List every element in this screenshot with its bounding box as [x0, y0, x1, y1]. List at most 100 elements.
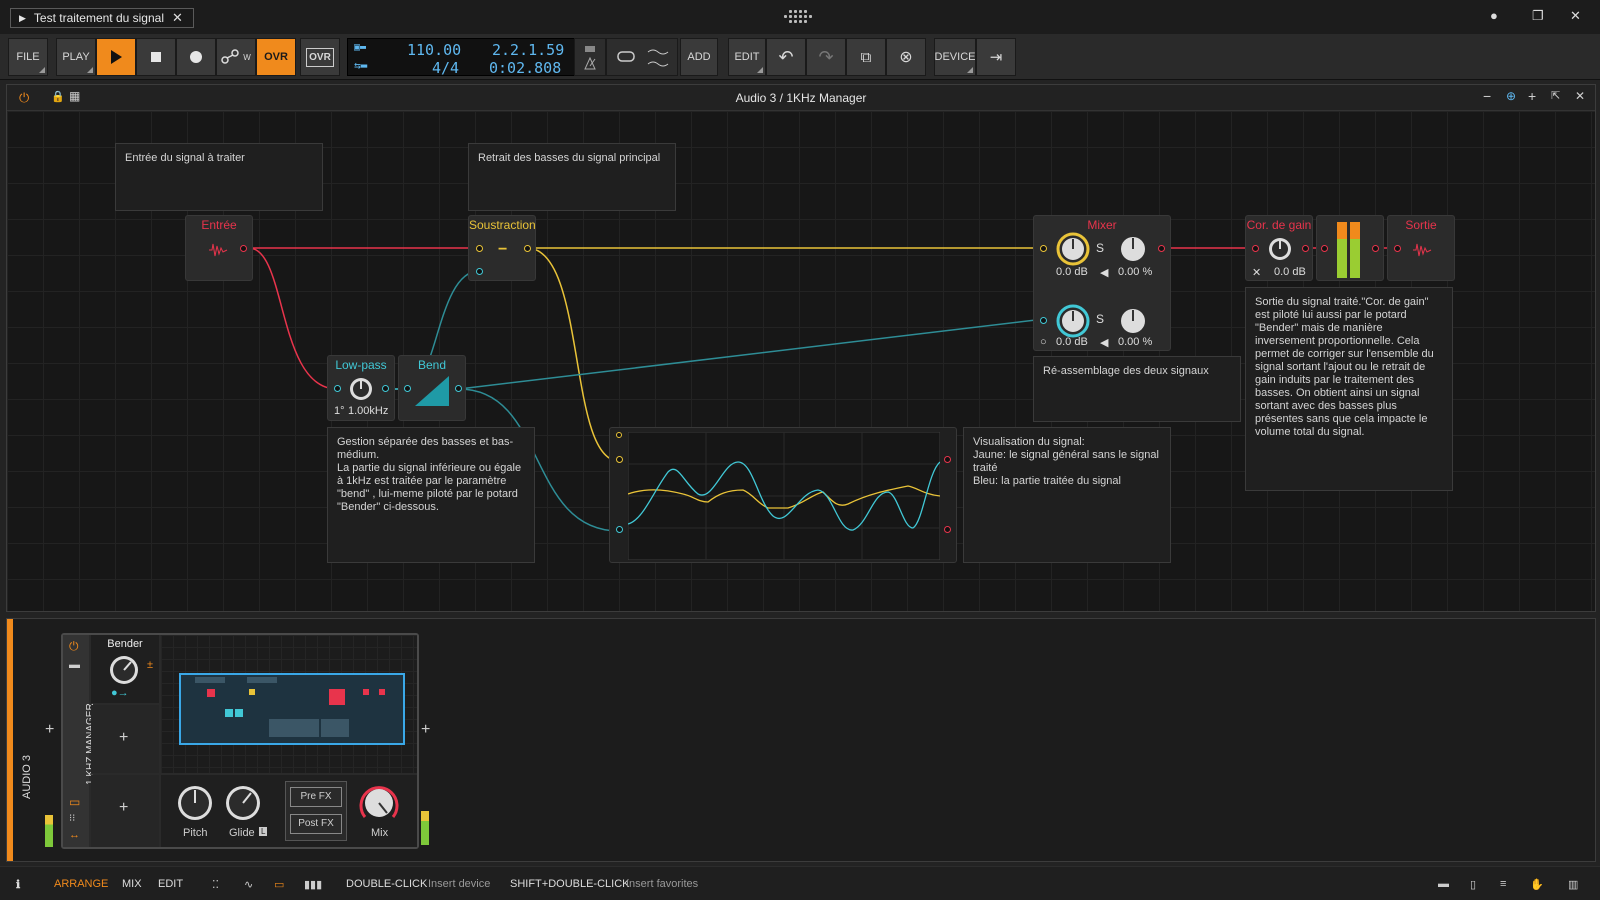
macro-slot-2[interactable]: +: [91, 705, 159, 773]
studio-io-icon[interactable]: ✋: [1530, 878, 1544, 891]
mixer-in-2-port[interactable]: [1040, 317, 1047, 324]
module-meter[interactable]: [1316, 215, 1384, 281]
play-button[interactable]: [96, 38, 136, 76]
record-small-icon[interactable]: ○: [1040, 336, 1047, 348]
add-device-left-icon[interactable]: +: [45, 721, 54, 739]
grid-preview[interactable]: [161, 635, 417, 773]
scope-out-b-port[interactable]: [944, 526, 951, 533]
close-window-icon[interactable]: ✕: [1570, 8, 1581, 24]
scope-in-a-port[interactable]: [616, 456, 623, 463]
lowpass-order[interactable]: 1°: [334, 405, 345, 417]
minimize-icon[interactable]: ●: [1490, 8, 1498, 23]
edit-button[interactable]: EDIT: [728, 38, 766, 76]
soustraction-in-a-port[interactable]: [476, 245, 483, 252]
post-fx-button[interactable]: Post FX: [290, 814, 342, 834]
scope-out-a-port[interactable]: [944, 456, 951, 463]
popout-icon[interactable]: ⇱: [1551, 89, 1560, 102]
record-button[interactable]: [176, 38, 216, 76]
bend-in-port[interactable]: [404, 385, 411, 392]
mixer-pan-2-knob[interactable]: [1116, 304, 1150, 338]
module-lowpass[interactable]: Low-pass 1° 1.00kHz: [327, 355, 395, 421]
cable-soustraction-scope[interactable]: [526, 247, 620, 462]
soustraction-in-b-port[interactable]: [476, 268, 483, 275]
mixer-gain-2-knob[interactable]: [1056, 304, 1090, 338]
close-panel-icon[interactable]: ✕: [1575, 89, 1585, 103]
mix-tab[interactable]: MIX: [122, 878, 142, 890]
metronome-button[interactable]: [574, 38, 606, 76]
add-macro-icon[interactable]: +: [119, 729, 128, 747]
module-bend[interactable]: Bend: [398, 355, 466, 421]
pitch-knob[interactable]: [175, 783, 215, 823]
glide-knob[interactable]: [223, 783, 263, 823]
lowpass-in-port[interactable]: [334, 385, 341, 392]
corgain-knob[interactable]: [1267, 236, 1293, 262]
add-device-right-icon[interactable]: +: [421, 721, 430, 739]
automation-write-button[interactable]: W: [216, 38, 256, 76]
device-grid-icon[interactable]: ⁝⁝: [69, 813, 75, 824]
corgain-remove-icon[interactable]: ✕: [1252, 266, 1261, 279]
bender-knob[interactable]: [107, 653, 141, 687]
note-gestion[interactable]: Gestion séparée des basses et bas-médium…: [327, 427, 535, 563]
module-soustraction[interactable]: Soustraction −: [468, 215, 536, 281]
grid-preview-viewport[interactable]: [179, 673, 405, 745]
sortie-in-port[interactable]: [1394, 245, 1401, 252]
macro-mod-icon[interactable]: ±: [147, 659, 153, 671]
mixer-view-icon[interactable]: ▮▮▮: [304, 878, 322, 891]
mixer-solo-2[interactable]: S: [1096, 312, 1104, 326]
macro-bender[interactable]: Bender ± ●→: [91, 635, 159, 703]
modulator-icon[interactable]: ↔: [69, 829, 80, 841]
corgain-out-port[interactable]: [1302, 245, 1309, 252]
automation-overdub-button[interactable]: OVR: [300, 38, 340, 76]
oscilloscope-module[interactable]: [609, 427, 957, 563]
mute-2-icon[interactable]: ◀: [1100, 336, 1108, 349]
mixer-solo-1[interactable]: S: [1096, 241, 1104, 255]
info-icon[interactable]: ℹ: [16, 878, 20, 891]
paste-button[interactable]: ⧉: [846, 38, 886, 76]
mixer-out-port[interactable]: [1158, 245, 1165, 252]
mute-1-icon[interactable]: ◀: [1100, 266, 1108, 279]
redo-button[interactable]: ↷: [806, 38, 846, 76]
time-display[interactable]: 0:02.808: [489, 59, 561, 77]
scope-trigger-port[interactable]: [616, 432, 622, 438]
note-entree[interactable]: Entrée du signal à traiter: [115, 143, 323, 211]
device-button[interactable]: DEVICE: [934, 38, 976, 76]
overdub-button[interactable]: OVR: [256, 38, 296, 76]
note-retrait[interactable]: Retrait des basses du signal principal: [468, 143, 676, 211]
delete-button[interactable]: ⊗: [886, 38, 926, 76]
loop-button[interactable]: [606, 38, 678, 76]
stop-button[interactable]: [136, 38, 176, 76]
note-editor-icon[interactable]: ⁚⁚: [212, 878, 219, 891]
device-window-icon[interactable]: ▭: [69, 795, 80, 809]
pre-fx-button[interactable]: Pre FX: [290, 787, 342, 807]
glide-legato-badge[interactable]: L: [259, 827, 268, 836]
corgain-in-port[interactable]: [1252, 245, 1259, 252]
project-icon[interactable]: ▯: [1470, 878, 1476, 891]
mixer-gain-1-knob[interactable]: [1056, 232, 1090, 266]
device-power-icon[interactable]: ⏻: [69, 639, 79, 654]
folder-icon[interactable]: ▬: [69, 659, 80, 671]
meter-out-port[interactable]: [1372, 245, 1379, 252]
device-view-icon[interactable]: ▭: [274, 878, 284, 891]
module-cor-gain[interactable]: Cor. de gain ✕ 0.0 dB: [1245, 215, 1313, 281]
note-sortie[interactable]: Sortie du signal traité."Cor. de gain" e…: [1245, 287, 1453, 491]
cable-bend-mixer[interactable]: [458, 318, 1045, 390]
lowpass-out-port[interactable]: [382, 385, 389, 392]
module-sortie[interactable]: Sortie: [1387, 215, 1455, 281]
note-reassemblage[interactable]: Ré-assemblage des deux signaux: [1033, 356, 1241, 422]
edit-tab[interactable]: EDIT: [158, 878, 183, 890]
module-mixer[interactable]: Mixer S 0.0 dB ◀ 0.00 % S ○ 0.0 dB ◀ 0.0…: [1033, 215, 1171, 351]
position-display[interactable]: 2.2.1.59: [492, 41, 564, 59]
lowpass-freq-knob[interactable]: [348, 376, 374, 402]
zoom-out-icon[interactable]: −: [1483, 88, 1491, 104]
meter-in-port[interactable]: [1321, 245, 1328, 252]
arrange-tab[interactable]: ARRANGE: [54, 878, 108, 890]
soustraction-out-port[interactable]: [524, 245, 531, 252]
inspector-icon[interactable]: ≡: [1500, 878, 1506, 890]
project-tab[interactable]: ▶ Test traitement du signal ✕: [10, 8, 194, 28]
zoom-icon[interactable]: ⊕: [1506, 89, 1516, 103]
mix-knob[interactable]: [357, 781, 401, 825]
module-entree[interactable]: Entrée: [185, 215, 253, 281]
cable-entree-lowpass[interactable]: [248, 247, 338, 390]
mixer-pan-1-knob[interactable]: [1116, 232, 1150, 266]
time-signature-display[interactable]: 4/4: [432, 59, 459, 77]
